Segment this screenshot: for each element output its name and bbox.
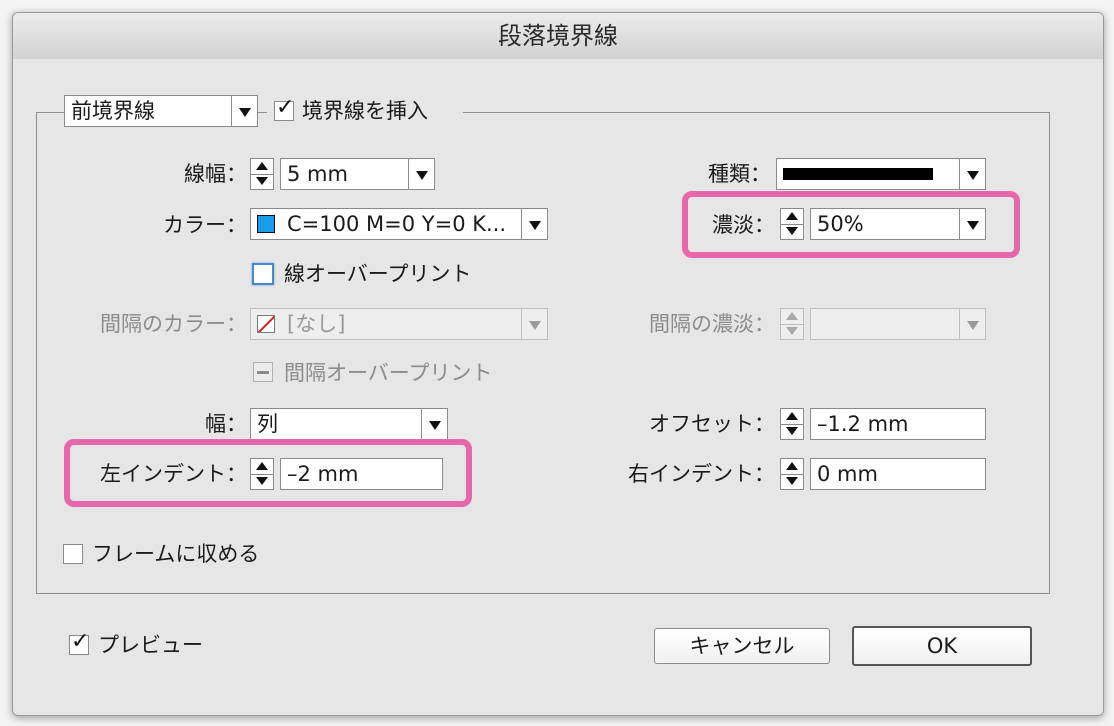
stroke-weight-label: 線幅： (184, 162, 247, 186)
ok-button[interactable]: OK (852, 626, 1032, 666)
stepper-down-icon[interactable] (781, 324, 803, 339)
gap-overprint-checkbox[interactable] (253, 362, 273, 382)
width-label: 幅： (205, 412, 247, 436)
chevron-down-icon[interactable] (959, 309, 985, 339)
stepper-down-icon[interactable] (781, 474, 803, 489)
chevron-down-icon (521, 209, 547, 239)
stepper-down-icon[interactable] (251, 174, 273, 189)
offset-input[interactable]: –1.2 mm (810, 408, 986, 440)
rule-on-checkbox[interactable]: ✓ (274, 96, 294, 121)
right-indent-input[interactable]: 0 mm (810, 458, 986, 490)
dialog-title: 段落境界線 (13, 13, 1103, 60)
checkmark-icon: ✓ (71, 629, 90, 654)
gap-tint-stepper[interactable] (780, 308, 804, 340)
stroke-weight-stepper[interactable] (250, 158, 274, 190)
gap-color-label: 間隔のカラー： (100, 312, 247, 336)
rule-on-label: 境界線を挿入 (302, 99, 428, 123)
gap-tint-label: 間隔の濃淡： (649, 312, 775, 336)
gap-tint-combo[interactable] (810, 308, 986, 340)
stroke-type-label: 種類： (708, 162, 771, 186)
preview-label: プレビュー (98, 633, 203, 657)
right-indent-stepper[interactable] (780, 458, 804, 490)
rule-selector-value: 前境界線 (71, 99, 155, 123)
stroke-type-dropdown[interactable] (776, 158, 986, 190)
stroke-weight-value: 5 mm (287, 162, 348, 186)
preview-checkbox[interactable]: ✓ (69, 630, 89, 655)
no-color-swatch-icon (257, 315, 275, 333)
chevron-down-icon[interactable] (408, 159, 434, 189)
stroke-color-value: C=100 M=0 Y=0 K... (287, 212, 507, 236)
stepper-up-icon[interactable] (781, 309, 803, 325)
width-value: 列 (257, 412, 278, 436)
chevron-down-icon (231, 96, 257, 126)
chevron-down-icon (959, 159, 985, 189)
stepper-up-icon[interactable] (781, 409, 803, 425)
rule-selector-dropdown[interactable]: 前境界線 (64, 95, 258, 127)
stroke-overprint-checkbox[interactable] (252, 263, 274, 285)
checkmark-icon: ✓ (276, 95, 295, 120)
stroke-overprint-label: 線オーバープリント (284, 262, 472, 286)
keep-in-frame-checkbox[interactable] (63, 544, 83, 564)
stroke-color-label: カラー： (163, 213, 247, 237)
offset-stepper[interactable] (780, 408, 804, 440)
dialog-window: 段落境界線 前境界線 ✓ 境界線を挿入 線幅： 5 mm 種類： カラー： C=… (12, 12, 1104, 716)
cancel-button[interactable]: キャンセル (654, 628, 830, 664)
gap-overprint-label: 間隔オーバープリント (284, 361, 493, 385)
stroke-weight-combo[interactable]: 5 mm (280, 158, 435, 190)
solid-line-icon (783, 168, 933, 180)
stroke-color-dropdown[interactable]: C=100 M=0 Y=0 K... (250, 208, 548, 240)
keep-in-frame-label: フレームに収める (92, 542, 260, 566)
chevron-down-icon (421, 409, 447, 439)
stepper-up-icon[interactable] (781, 459, 803, 475)
stepper-up-icon[interactable] (251, 159, 273, 175)
stepper-down-icon[interactable] (781, 424, 803, 439)
dialog-content: 前境界線 ✓ 境界線を挿入 線幅： 5 mm 種類： カラー： C=100 M=… (13, 59, 1103, 715)
color-swatch-icon (257, 215, 275, 233)
gap-color-value: [なし] (287, 312, 346, 336)
offset-label: オフセット： (649, 412, 775, 436)
gap-color-dropdown[interactable]: [なし] (250, 308, 548, 340)
tint-highlight-frame (682, 191, 1020, 258)
chevron-down-icon (521, 309, 547, 339)
left-indent-highlight-frame (64, 439, 472, 507)
right-indent-label: 右インデント： (628, 462, 775, 486)
width-dropdown[interactable]: 列 (250, 408, 448, 440)
